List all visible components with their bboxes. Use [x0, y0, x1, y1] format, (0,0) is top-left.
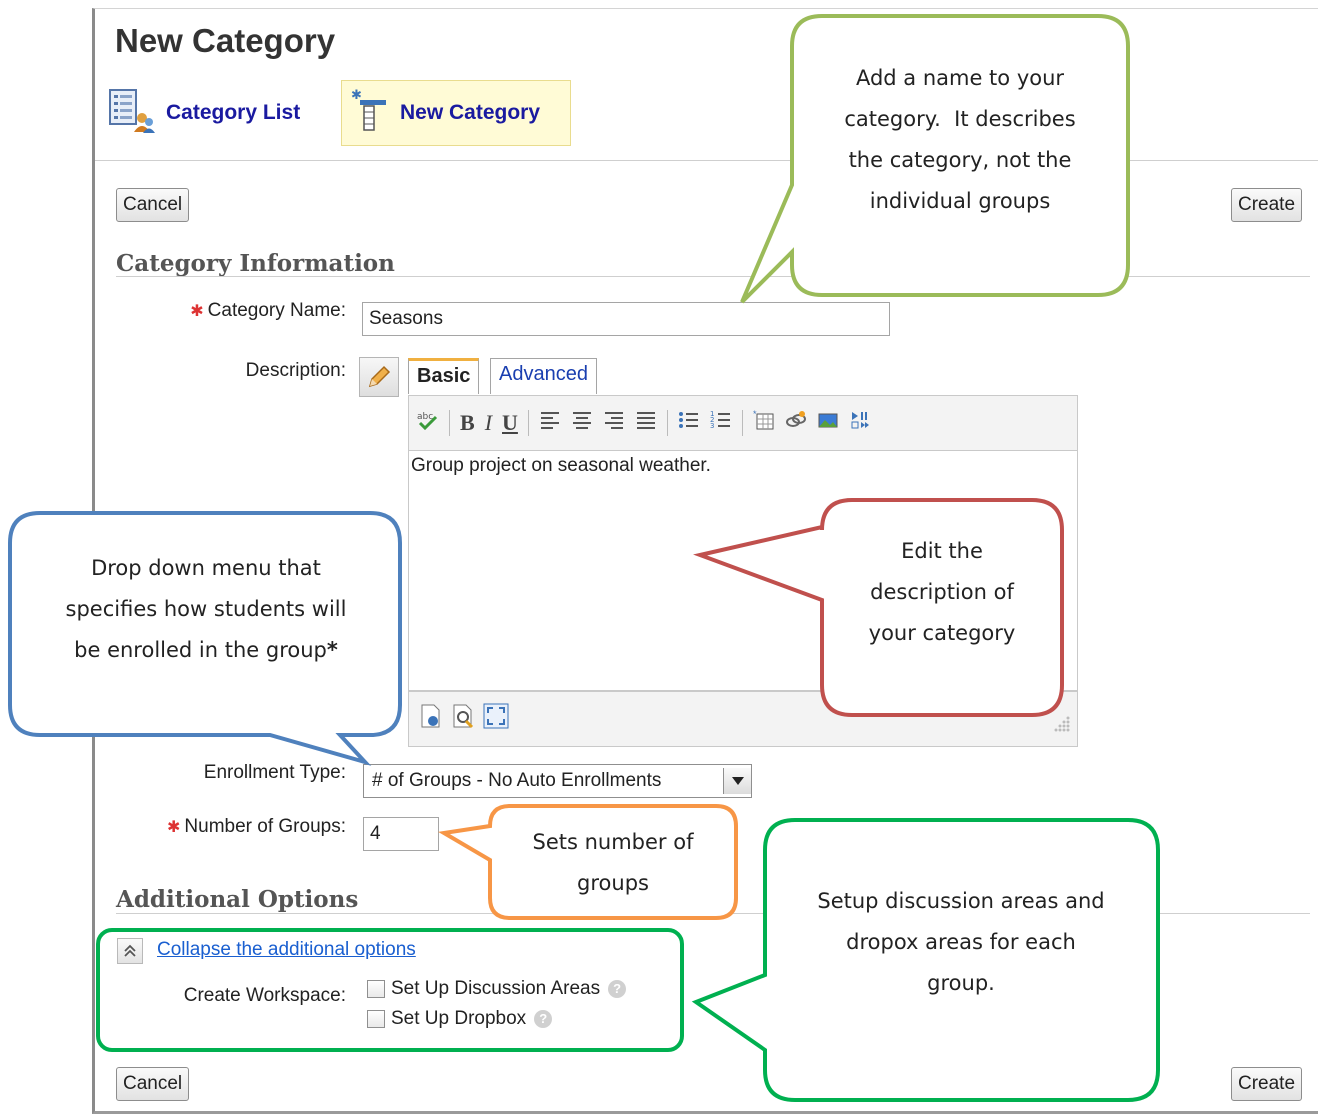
numbered-list-icon[interactable]: 123: [710, 410, 732, 436]
callout-groups-text: Sets number of groups: [532, 830, 694, 895]
italic-button[interactable]: I: [485, 410, 492, 436]
pencil-icon[interactable]: [359, 357, 399, 397]
insert-image-icon[interactable]: [817, 410, 839, 436]
number-of-groups-label: ✱ Number of Groups:: [167, 816, 346, 837]
align-right-icon[interactable]: [603, 410, 625, 436]
cancel-button-top[interactable]: Cancel: [116, 188, 190, 222]
editor-footer: [408, 691, 1078, 747]
preview-icon[interactable]: [419, 703, 443, 735]
required-marker: ✱: [190, 303, 204, 320]
insert-table-icon[interactable]: *: [753, 410, 775, 436]
help-icon[interactable]: ?: [534, 1009, 553, 1028]
discussion-option-label: Set Up Discussion Areas: [391, 978, 601, 999]
callout-workspace-text: Setup discussion areas and dropox areas …: [817, 889, 1105, 995]
bold-button[interactable]: B: [460, 410, 475, 436]
cancel-button-bottom[interactable]: Cancel: [116, 1067, 190, 1101]
dropbox-option[interactable]: Set Up Dropbox?: [367, 1008, 553, 1030]
new-category-label: New Category: [400, 101, 541, 124]
nav-category-list[interactable]: Category List: [108, 86, 300, 140]
svg-text:*: *: [753, 410, 757, 419]
section-title-category-information: Category Information: [116, 250, 395, 277]
chevron-down-icon[interactable]: [723, 768, 751, 794]
discussion-option[interactable]: Set Up Discussion Areas?: [367, 978, 627, 1000]
dropbox-option-label: Set Up Dropbox: [391, 1008, 527, 1029]
resize-grip-icon[interactable]: [1050, 712, 1072, 734]
tab-advanced[interactable]: Advanced: [490, 358, 597, 394]
align-left-icon[interactable]: [539, 410, 561, 436]
collapse-options-link[interactable]: Collapse the additional options: [157, 939, 416, 961]
enrollment-type-select[interactable]: # of Groups - No Auto Enrollments: [363, 764, 752, 798]
align-center-icon[interactable]: [571, 410, 593, 436]
section-divider: [116, 276, 1310, 277]
create-button-bottom[interactable]: Create: [1231, 1067, 1303, 1101]
help-icon[interactable]: ?: [608, 979, 627, 998]
create-workspace-label: Create Workspace:: [183, 985, 346, 1006]
callout-enrollment-text: Drop down menu that specifies how studen…: [65, 556, 347, 662]
view-source-icon[interactable]: [451, 703, 475, 735]
create-button-top[interactable]: Create: [1231, 188, 1303, 222]
new-category-icon: ✱: [350, 88, 390, 138]
dropbox-checkbox[interactable]: [367, 1009, 385, 1028]
enrollment-type-value: # of Groups - No Auto Enrollments: [372, 770, 662, 791]
insert-media-icon[interactable]: [849, 410, 871, 436]
collapse-icon[interactable]: [117, 938, 143, 964]
callout-description-text: Edit the description of your category: [868, 539, 1016, 645]
category-name-input[interactable]: [362, 302, 890, 336]
nav-new-category[interactable]: ✱ New Category: [341, 80, 571, 146]
bullet-list-icon[interactable]: [678, 410, 700, 436]
header-divider: [95, 160, 1318, 161]
description-label: Description:: [245, 360, 346, 381]
underline-button[interactable]: U: [502, 410, 518, 436]
category-name-label: ✱ Category Name:: [190, 300, 346, 321]
callout-name-text: Add a name to your category. It describe…: [844, 66, 1076, 213]
page-title: New Category: [115, 22, 336, 59]
discussion-checkbox[interactable]: [367, 979, 385, 998]
category-list-icon: [108, 86, 156, 140]
insert-link-icon[interactable]: [785, 410, 807, 436]
editor-toolbar: abc B I U 123 *: [408, 395, 1078, 451]
align-justify-icon[interactable]: [635, 410, 657, 436]
category-list-label: Category List: [166, 101, 301, 124]
tab-basic[interactable]: Basic: [408, 358, 480, 394]
fullscreen-icon[interactable]: [483, 703, 509, 735]
spellcheck-icon[interactable]: abc: [417, 410, 439, 436]
section-title-additional-options: Additional Options: [116, 886, 359, 913]
svg-text:3: 3: [710, 422, 714, 430]
enrollment-type-label: Enrollment Type:: [203, 762, 346, 783]
number-of-groups-input[interactable]: [363, 817, 439, 851]
required-marker: ✱: [167, 819, 181, 836]
